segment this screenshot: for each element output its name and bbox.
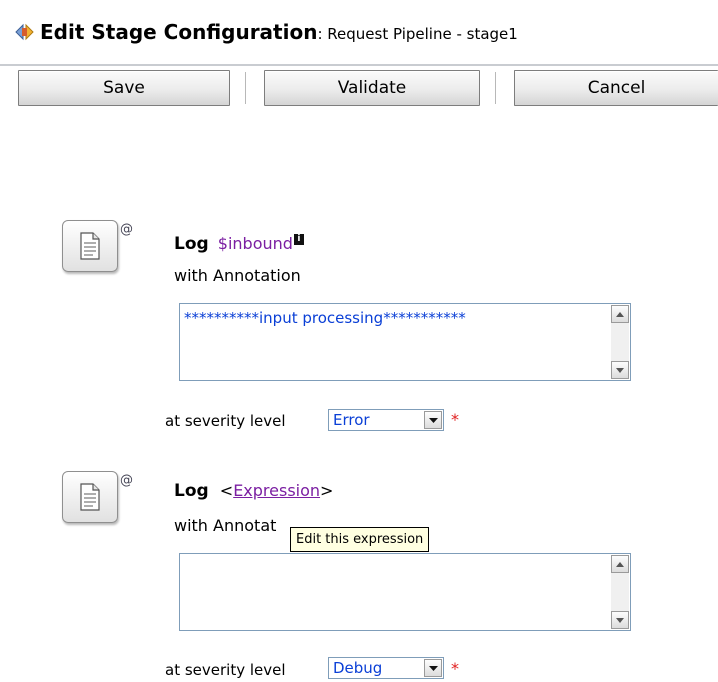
- annotation-at-icon[interactable]: @: [120, 222, 133, 237]
- toolbar-separator: [245, 72, 249, 104]
- cancel-button[interactable]: Cancel: [514, 70, 718, 106]
- document-icon: [80, 232, 100, 260]
- textarea-scrollbar[interactable]: [611, 555, 629, 629]
- scroll-down-icon[interactable]: [611, 361, 629, 379]
- page-subtitle: : Request Pipeline - stage1: [317, 25, 518, 43]
- log-line: Log $inbound i: [174, 234, 304, 254]
- document-icon: [80, 483, 100, 511]
- annotation-textarea[interactable]: **********input processing***********: [179, 303, 631, 381]
- expression-tooltip: Edit this expression: [290, 527, 430, 552]
- annotation-label: with Annotat: [174, 516, 277, 535]
- annotation-text: **********input processing***********: [184, 309, 466, 327]
- required-asterisk: *: [451, 659, 459, 678]
- scroll-up-icon[interactable]: [611, 555, 629, 573]
- log-keyword: Log: [174, 481, 209, 501]
- chevron-down-icon[interactable]: [424, 411, 442, 429]
- log-action-icon[interactable]: [62, 471, 118, 523]
- annotation-textarea[interactable]: [179, 553, 631, 631]
- toolbar-separator: [495, 72, 499, 104]
- log-action-icon[interactable]: [62, 220, 118, 272]
- chevron-down-icon[interactable]: [424, 659, 442, 677]
- expression-open: <: [219, 481, 234, 500]
- variable-link[interactable]: $inbound: [218, 234, 293, 253]
- page-header: Edit Stage Configuration : Request Pipel…: [0, 0, 718, 66]
- expression-link[interactable]: Expression: [233, 481, 320, 500]
- page-title: Edit Stage Configuration: [40, 20, 318, 44]
- scroll-down-icon[interactable]: [611, 611, 629, 629]
- required-asterisk: *: [451, 410, 459, 429]
- annotation-label: with Annotation: [174, 266, 301, 285]
- severity-value: Debug: [333, 659, 383, 677]
- severity-label: at severity level: [165, 412, 286, 430]
- expression-close: >: [320, 481, 334, 500]
- info-icon[interactable]: i: [293, 234, 304, 245]
- title-row: Edit Stage Configuration : Request Pipel…: [14, 20, 518, 44]
- severity-value: Error: [333, 411, 370, 429]
- stage-config-icon: [15, 23, 34, 41]
- toolbar: Save Validate Cancel: [0, 66, 718, 112]
- annotation-at-icon[interactable]: @: [120, 473, 133, 488]
- log-line: Log <Expression>: [174, 481, 333, 501]
- log-keyword: Log: [174, 234, 209, 254]
- scroll-up-icon[interactable]: [611, 305, 629, 323]
- severity-label: at severity level: [165, 661, 286, 679]
- validate-button[interactable]: Validate: [264, 70, 480, 106]
- severity-select[interactable]: Debug: [328, 657, 444, 679]
- severity-select[interactable]: Error: [328, 409, 444, 431]
- textarea-scrollbar[interactable]: [611, 305, 629, 379]
- save-button[interactable]: Save: [18, 70, 230, 106]
